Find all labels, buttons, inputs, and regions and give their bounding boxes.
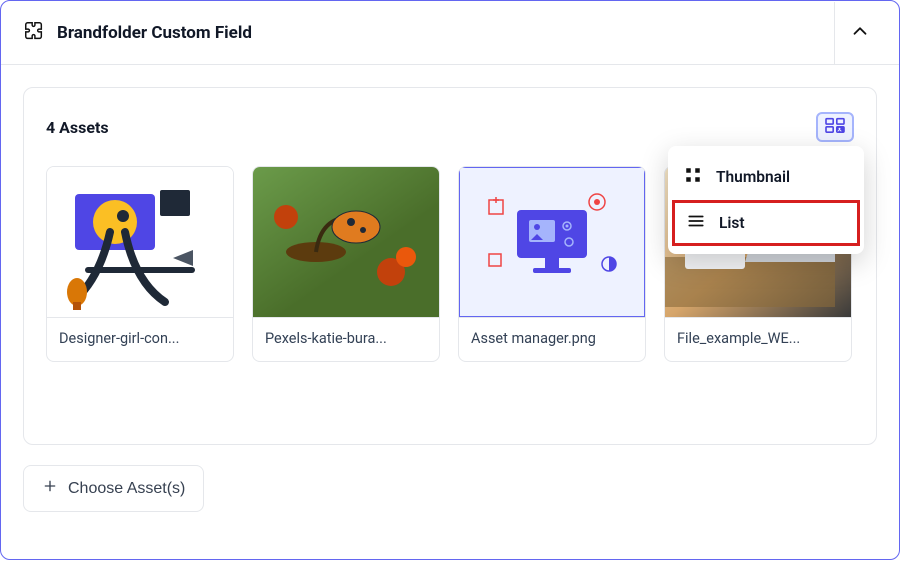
asset-name: Designer-girl-con... — [47, 317, 233, 361]
chevron-up-icon[interactable] — [843, 12, 877, 54]
asset-thumbnail — [47, 167, 233, 317]
plus-icon — [42, 478, 58, 499]
asset-name: File_example_WE... — [665, 317, 851, 361]
thumbnail-view-icon — [824, 116, 846, 138]
assets-head: 4 Assets — [46, 112, 854, 142]
custom-field-panel: Brandfolder Custom Field 4 Assets — [0, 0, 900, 560]
view-toggle-button[interactable] — [816, 112, 854, 142]
asset-name: Asset manager.png — [459, 317, 645, 361]
header-divider — [834, 2, 835, 64]
panel-body: 4 Assets — [1, 65, 899, 532]
asset-thumbnail — [459, 167, 645, 317]
panel-header-right — [834, 2, 877, 64]
asset-item[interactable]: Designer-girl-con... — [46, 166, 234, 362]
asset-thumbnail — [253, 167, 439, 317]
choose-assets-button[interactable]: Choose Asset(s) — [23, 465, 204, 512]
list-icon — [687, 212, 705, 234]
panel-header-left: Brandfolder Custom Field — [23, 20, 252, 46]
choose-assets-label: Choose Asset(s) — [68, 480, 185, 498]
assets-count: 4 Assets — [46, 118, 109, 137]
view-menu-thumbnail[interactable]: Thumbnail — [668, 154, 864, 200]
view-menu-thumbnail-label: Thumbnail — [716, 168, 790, 186]
assets-card: 4 Assets — [23, 87, 877, 445]
panel-title: Brandfolder Custom Field — [57, 23, 252, 43]
panel-header[interactable]: Brandfolder Custom Field — [1, 1, 899, 65]
view-menu-list-label: List — [719, 214, 745, 232]
view-menu: Thumbnail List — [668, 146, 864, 254]
view-menu-list[interactable]: List — [672, 200, 860, 246]
asset-item[interactable]: Pexels-katie-bura... — [252, 166, 440, 362]
asset-name: Pexels-katie-bura... — [253, 317, 439, 361]
grid-icon — [684, 166, 702, 188]
asset-item[interactable]: Asset manager.png — [458, 166, 646, 362]
extension-icon — [23, 20, 45, 46]
